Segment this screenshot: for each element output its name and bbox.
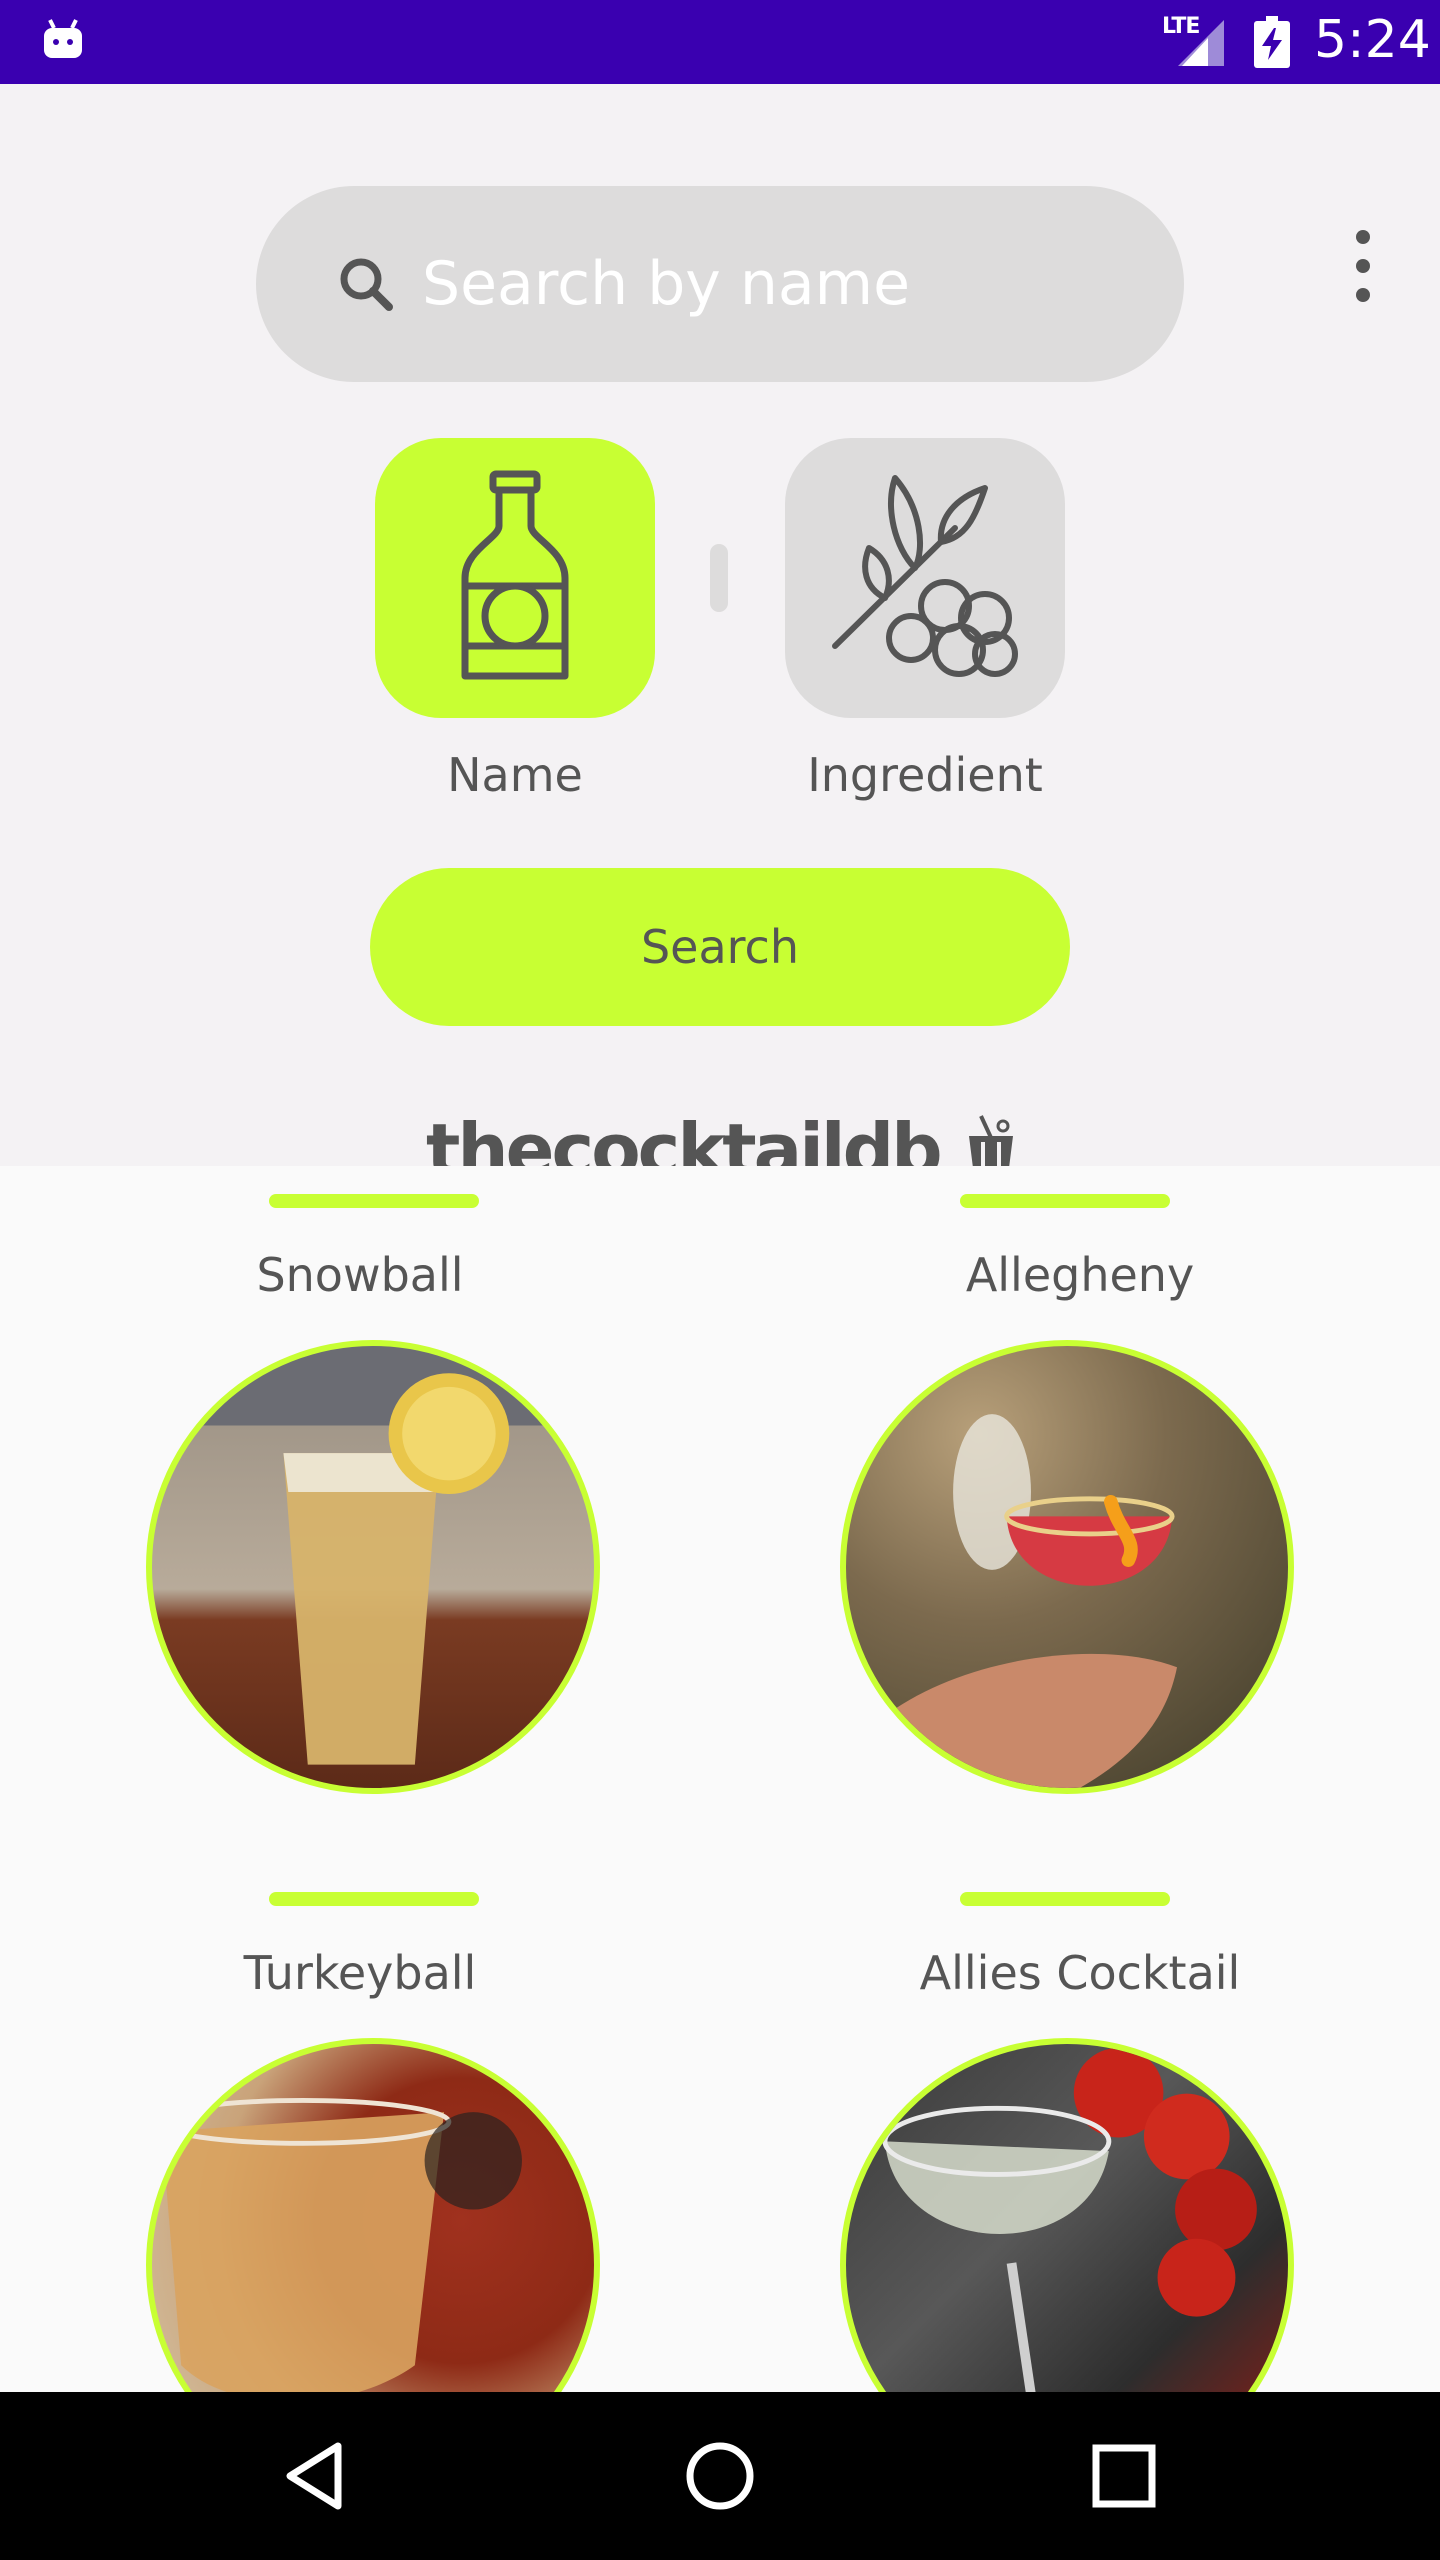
bottle-icon (461, 470, 569, 680)
signal-icon (1178, 20, 1224, 66)
cocktail-photo[interactable] (146, 1340, 600, 1794)
ingredient-toggle-label: Ingredient (807, 748, 1043, 802)
allegheny-drink-illustration (884, 1414, 1178, 1788)
battery-charging-icon (1254, 16, 1290, 68)
cocktail-photo[interactable] (146, 2038, 600, 2392)
cocktail-grid: Snowball Allegheny Turkeyball Allies Coc… (0, 1166, 1440, 2392)
toggle-divider (710, 544, 728, 612)
cocktail-photo[interactable] (840, 1340, 1294, 1794)
card-accent-bar (269, 1194, 479, 1208)
search-by-ingredient-toggle[interactable] (785, 438, 1065, 718)
search-icon (340, 258, 393, 311)
cocktail-card[interactable]: Turkeyball (0, 1864, 720, 2392)
android-notification-icon (44, 19, 82, 58)
card-accent-bar (960, 1194, 1170, 1208)
snowball-drink-illustration (283, 1373, 510, 1765)
back-icon[interactable] (276, 2436, 356, 2516)
search-input[interactable] (422, 226, 1122, 342)
search-panel: Name Ingredient Search thecocktaildb (0, 84, 1440, 1192)
cocktail-name: Turkeyball (243, 1946, 477, 2000)
cocktail-card[interactable]: Allegheny (720, 1166, 1440, 1866)
navigation-bar (0, 2392, 1440, 2560)
cocktail-name: Snowball (256, 1248, 464, 1302)
recents-icon[interactable] (1084, 2436, 1164, 2516)
overflow-menu-icon[interactable] (1346, 230, 1380, 302)
cocktail-name: Allegheny (965, 1248, 1195, 1302)
search-bar[interactable] (256, 186, 1184, 382)
status-bar: LTE 5:24 (0, 0, 1440, 84)
home-icon[interactable] (680, 2436, 760, 2516)
name-toggle-label: Name (447, 748, 583, 802)
clock: 5:24 (1314, 10, 1431, 70)
search-by-name-toggle[interactable] (375, 438, 655, 718)
search-button[interactable]: Search (370, 868, 1070, 1026)
turkeyball-drink-illustration (154, 2098, 522, 2392)
allies-drink-illustration (882, 2047, 1257, 2392)
card-accent-bar (269, 1892, 479, 1906)
cocktail-photo[interactable] (840, 2038, 1294, 2392)
berries-branch-icon (832, 475, 1018, 677)
cocktail-card[interactable]: Allies Cocktail (720, 1864, 1440, 2392)
cocktail-name: Allies Cocktail (919, 1946, 1241, 2000)
card-accent-bar (960, 1892, 1170, 1906)
cocktail-card[interactable]: Snowball (0, 1166, 720, 1866)
